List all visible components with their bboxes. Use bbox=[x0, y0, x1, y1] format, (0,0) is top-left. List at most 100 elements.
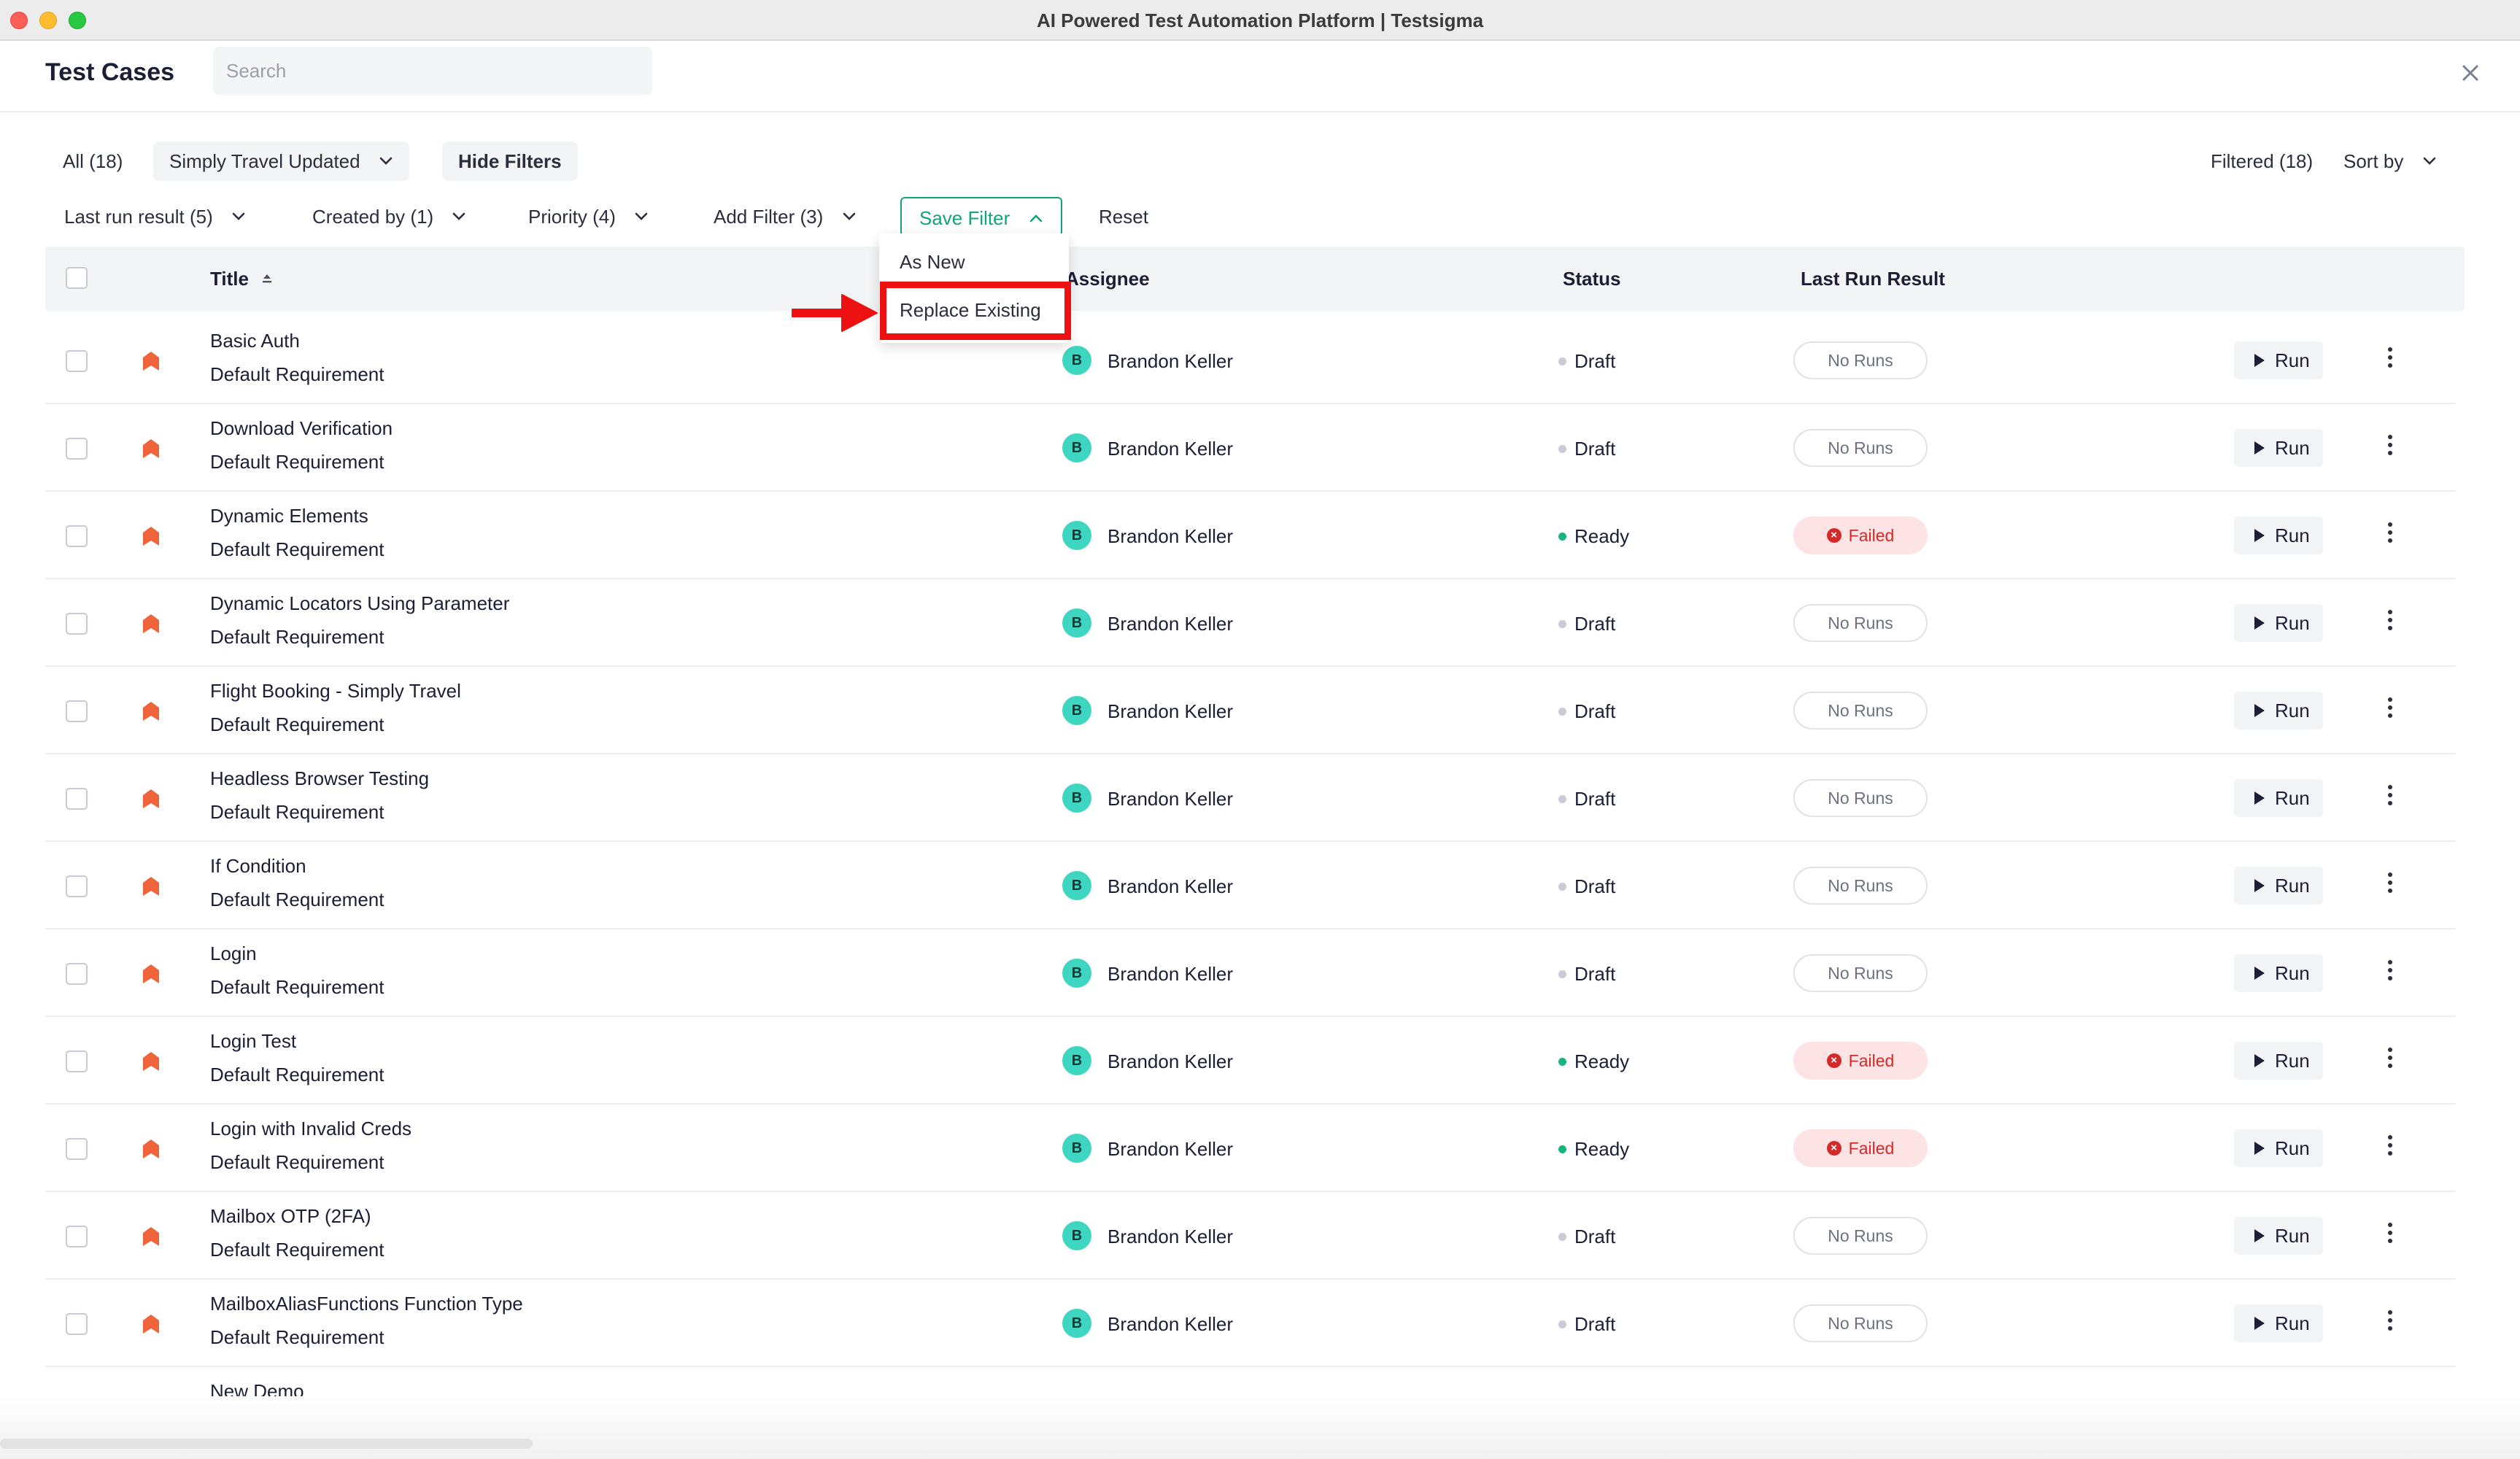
table-row[interactable]: Dynamic Locators Using Parameter Default … bbox=[45, 579, 2456, 667]
more-options-icon[interactable] bbox=[2383, 1131, 2397, 1160]
table-row[interactable]: Login Default Requirement B Brandon Keller D… bbox=[45, 929, 2456, 1017]
avatar: B bbox=[1062, 696, 1091, 725]
test-case-title[interactable]: Flight Booking - Simply Travel bbox=[210, 680, 461, 703]
run-button[interactable]: Run bbox=[2234, 867, 2323, 905]
run-button[interactable]: Run bbox=[2234, 1217, 2323, 1255]
test-case-title[interactable]: Headless Browser Testing bbox=[210, 767, 429, 790]
more-options-icon[interactable] bbox=[2383, 956, 2397, 985]
last-run-result-filter[interactable]: Last run result (5) bbox=[48, 197, 262, 236]
more-options-icon[interactable] bbox=[2383, 518, 2397, 547]
run-button[interactable]: Run bbox=[2234, 1042, 2323, 1080]
test-case-title[interactable]: Download Verification bbox=[210, 417, 393, 440]
row-checkbox[interactable] bbox=[66, 1313, 88, 1335]
run-button[interactable]: Run bbox=[2234, 1129, 2323, 1167]
row-checkbox[interactable] bbox=[66, 700, 88, 722]
priority-flag-icon bbox=[143, 614, 159, 633]
table-row[interactable]: If Condition Default Requirement B Brandon … bbox=[45, 842, 2456, 929]
row-checkbox[interactable] bbox=[66, 788, 88, 810]
more-options-icon[interactable] bbox=[2383, 343, 2397, 372]
last-run-result-badge: No Runs bbox=[1793, 779, 1928, 817]
add-filter-dropdown[interactable]: Add Filter (3) bbox=[697, 197, 873, 236]
table-row[interactable]: Login Test Default Requirement B Brandon Ke… bbox=[45, 1017, 2456, 1104]
save-filter-button[interactable]: Save Filter bbox=[900, 197, 1062, 236]
more-options-icon[interactable] bbox=[2383, 693, 2397, 722]
run-label: Run bbox=[2275, 612, 2310, 634]
save-as-new-option[interactable]: As New bbox=[879, 239, 1069, 285]
status-dot-icon bbox=[1558, 1320, 1566, 1328]
sort-by-dropdown[interactable]: Sort by bbox=[2343, 142, 2437, 181]
run-button[interactable]: Run bbox=[2234, 954, 2323, 992]
more-options-icon[interactable] bbox=[2383, 605, 2397, 635]
table-row[interactable]: Login with Invalid Creds Default Requirem… bbox=[45, 1104, 2456, 1192]
chevron-down-icon bbox=[232, 212, 245, 220]
row-checkbox[interactable] bbox=[66, 350, 88, 372]
run-button[interactable]: Run bbox=[2234, 779, 2323, 817]
table-row[interactable]: MailboxAliasFunctions Function Type Defau… bbox=[45, 1280, 2456, 1367]
test-case-title[interactable]: If Condition bbox=[210, 855, 306, 878]
more-options-icon[interactable] bbox=[2383, 868, 2397, 897]
test-case-title[interactable]: Login Test bbox=[210, 1030, 296, 1053]
row-checkbox[interactable] bbox=[66, 963, 88, 985]
more-options-icon[interactable] bbox=[2383, 430, 2397, 460]
more-options-icon[interactable] bbox=[2383, 781, 2397, 810]
run-label: Run bbox=[2275, 1050, 2310, 1072]
table-row[interactable]: Dynamic Elements Default Requirement B Bran… bbox=[45, 492, 2456, 579]
status-dot-icon bbox=[1558, 1145, 1566, 1153]
saved-filter-dropdown[interactable]: Simply Travel Updated bbox=[153, 142, 409, 181]
hide-filters-button[interactable]: Hide Filters bbox=[442, 142, 578, 181]
run-button[interactable]: Run bbox=[2234, 604, 2323, 642]
result-label: Failed bbox=[1848, 1139, 1895, 1158]
more-options-icon[interactable] bbox=[2383, 1218, 2397, 1247]
run-label: Run bbox=[2275, 1225, 2310, 1247]
run-button[interactable]: Run bbox=[2234, 341, 2323, 379]
test-case-title[interactable]: Login bbox=[210, 943, 257, 965]
row-checkbox[interactable] bbox=[66, 438, 88, 460]
table-row[interactable]: Headless Browser Testing Default Requirem… bbox=[45, 754, 2456, 842]
table-row[interactable]: Mailbox OTP (2FA) Default Requirement B Bra… bbox=[45, 1192, 2456, 1280]
error-icon: × bbox=[1826, 1140, 1841, 1156]
test-case-title[interactable]: Mailbox OTP (2FA) bbox=[210, 1205, 371, 1228]
run-button[interactable]: Run bbox=[2234, 692, 2323, 730]
test-case-title[interactable]: Login with Invalid Creds bbox=[210, 1118, 411, 1140]
run-label: Run bbox=[2275, 349, 2310, 371]
assignee-name: Brandon Keller bbox=[1108, 788, 1233, 810]
test-case-title[interactable]: Dynamic Locators Using Parameter bbox=[210, 592, 509, 615]
row-checkbox[interactable] bbox=[66, 875, 88, 897]
assignee-name: Brandon Keller bbox=[1108, 1226, 1233, 1247]
row-checkbox[interactable] bbox=[66, 525, 88, 547]
reset-filters-button[interactable]: Reset bbox=[1083, 197, 1164, 236]
save-filter-label: Save Filter bbox=[919, 207, 1010, 229]
row-checkbox[interactable] bbox=[66, 1050, 88, 1072]
more-options-icon[interactable] bbox=[2383, 1306, 2397, 1335]
select-all-checkbox[interactable] bbox=[66, 267, 88, 289]
table-row[interactable]: Download Verification Default Requirement… bbox=[45, 404, 2456, 492]
test-case-title[interactable]: Basic Auth bbox=[210, 330, 300, 352]
all-filter-tab[interactable]: All (18) bbox=[48, 142, 137, 181]
more-options-icon[interactable] bbox=[2383, 1043, 2397, 1072]
status-dot-icon bbox=[1558, 883, 1566, 891]
row-checkbox[interactable] bbox=[66, 1138, 88, 1160]
close-icon[interactable] bbox=[2454, 57, 2486, 89]
test-case-title[interactable]: Dynamic Elements bbox=[210, 505, 368, 527]
table-row[interactable]: Flight Booking - Simply Travel Default Re… bbox=[45, 667, 2456, 754]
priority-flag-icon bbox=[143, 1227, 159, 1246]
last-run-result-badge: No Runs bbox=[1793, 341, 1928, 379]
last-run-result-badge: No Runs bbox=[1793, 954, 1928, 992]
run-button[interactable]: Run bbox=[2234, 516, 2323, 554]
assignee-name: Brandon Keller bbox=[1108, 700, 1233, 722]
table-header: Title Assignee Status Last Run Result bbox=[45, 247, 2465, 311]
priority-filter[interactable]: Priority (4) bbox=[512, 197, 665, 236]
test-case-title[interactable]: MailboxAliasFunctions Function Type bbox=[210, 1293, 523, 1315]
created-by-filter[interactable]: Created by (1) bbox=[296, 197, 482, 236]
row-checkbox[interactable] bbox=[66, 613, 88, 635]
horizontal-scrollbar[interactable] bbox=[0, 1439, 533, 1449]
run-button[interactable]: Run bbox=[2234, 429, 2323, 467]
avatar: B bbox=[1062, 608, 1091, 638]
row-checkbox[interactable] bbox=[66, 1226, 88, 1247]
table-row[interactable]: Basic Auth Default Requirement B Brandon Ke… bbox=[45, 317, 2456, 404]
search-input[interactable] bbox=[213, 47, 652, 95]
run-button[interactable]: Run bbox=[2234, 1304, 2323, 1342]
avatar: B bbox=[1062, 1046, 1091, 1075]
result-label: No Runs bbox=[1828, 701, 1893, 720]
title-column-header[interactable]: Title bbox=[210, 247, 274, 311]
